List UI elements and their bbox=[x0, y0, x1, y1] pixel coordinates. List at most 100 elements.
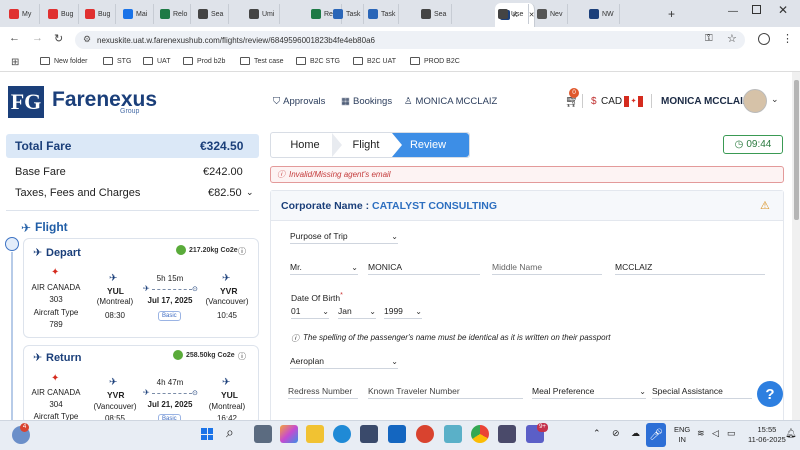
browser-tab[interactable]: My bbox=[4, 4, 40, 24]
copilot-icon[interactable] bbox=[280, 425, 298, 443]
bookmark-label: New folder bbox=[54, 57, 88, 65]
maximize-button[interactable] bbox=[752, 5, 761, 14]
chrome-icon[interactable] bbox=[471, 425, 489, 443]
cloud-icon[interactable]: ☁ bbox=[631, 428, 640, 439]
bookings-link[interactable]: ▦ Bookings bbox=[341, 96, 392, 107]
browser-tab[interactable]: Nev bbox=[532, 4, 568, 24]
browser-tab[interactable]: Task bbox=[363, 4, 399, 24]
corp-label: Corporate Name : bbox=[281, 200, 370, 212]
store-icon[interactable] bbox=[360, 425, 378, 443]
notes-icon[interactable] bbox=[444, 425, 462, 443]
battery-icon[interactable]: ▭ bbox=[727, 428, 736, 439]
notification-bell-icon[interactable]: 🔔︎ bbox=[785, 428, 796, 439]
back-arrow-icon[interactable]: ← bbox=[9, 32, 20, 44]
browser-menu-icon[interactable]: ⋮ bbox=[782, 32, 793, 45]
browser-tab[interactable]: Mai bbox=[118, 4, 154, 24]
approvals-link[interactable]: ⛉ Approvals bbox=[273, 96, 325, 107]
tray-chevron-icon[interactable]: ⌃ bbox=[593, 428, 601, 439]
bookmark-item[interactable]: New folder bbox=[40, 57, 87, 65]
bookmark-item[interactable]: UAT bbox=[143, 57, 170, 65]
middle-name-input[interactable]: Middle Name bbox=[492, 260, 602, 275]
close-window-button[interactable]: ✕ bbox=[778, 3, 788, 17]
user-avatar[interactable] bbox=[743, 89, 767, 113]
browser-tab[interactable]: Umi bbox=[244, 4, 280, 24]
outlook-icon[interactable] bbox=[388, 425, 406, 443]
dob-day-select[interactable]: 01 ⌄ bbox=[291, 304, 329, 319]
breadcrumb-flight[interactable]: Flight bbox=[340, 133, 392, 157]
search-icon[interactable]: ⌕ bbox=[226, 424, 234, 441]
minimize-button[interactable]: — bbox=[728, 6, 738, 17]
taxes-chevron-icon[interactable]: ⌄ bbox=[246, 187, 254, 198]
known-traveler-input[interactable]: Known Traveler Number bbox=[368, 384, 523, 399]
chevron-down-icon[interactable]: ⌄ bbox=[771, 94, 779, 105]
tab-label: NW bbox=[602, 10, 614, 18]
special-assistance-select[interactable]: Special Assistance bbox=[652, 384, 752, 399]
taxes-value[interactable]: €82.50 bbox=[208, 187, 242, 199]
bookmark-item[interactable]: STG bbox=[103, 57, 131, 65]
meal-preference-select[interactable]: Meal Preference ⌄ bbox=[532, 384, 646, 399]
browser-tab[interactable]: Bug bbox=[80, 4, 116, 24]
takeoff-icon: ✈ bbox=[109, 273, 118, 284]
tab-favicon-icon bbox=[198, 9, 208, 19]
dob-month-select[interactable]: Jan ⌄ bbox=[338, 304, 376, 319]
browser-tab[interactable]: Sea bbox=[193, 4, 229, 24]
forward-arrow-icon[interactable]: → bbox=[32, 32, 43, 44]
warning-triangle-icon[interactable]: ⚠ bbox=[760, 199, 770, 212]
edge-icon[interactable] bbox=[333, 425, 351, 443]
reload-icon[interactable]: ↻ bbox=[54, 32, 63, 45]
first-name-input[interactable]: MONICA bbox=[368, 260, 480, 275]
microphone-icon[interactable]: 🎤︎ bbox=[646, 423, 666, 447]
title-select[interactable]: Mr. ⌄ bbox=[290, 260, 358, 275]
logo-mark[interactable]: FG bbox=[8, 86, 44, 118]
info-icon[interactable]: ⓘ bbox=[238, 246, 246, 257]
user-name[interactable]: MONICA MCCLAIZ bbox=[661, 96, 749, 107]
browser-tab[interactable]: Task bbox=[328, 4, 364, 24]
logo-name[interactable]: Farenexus bbox=[52, 88, 157, 112]
site-info-icon[interactable]: ⚙ bbox=[83, 34, 91, 45]
breadcrumb-home[interactable]: Home bbox=[272, 133, 338, 157]
dob-month-value: Jan bbox=[338, 306, 352, 316]
url-field[interactable]: ⚙ nexuskite.uat.w.farenexushub.com/fligh… bbox=[75, 31, 745, 49]
profile-icon[interactable] bbox=[758, 33, 770, 45]
dob-year-value: 1999 bbox=[384, 306, 403, 316]
route-line-2 bbox=[152, 393, 192, 394]
bookmark-item[interactable]: B2C UAT bbox=[353, 57, 396, 65]
last-name-input[interactable]: MCCLAIZ bbox=[615, 260, 765, 275]
volume-icon[interactable]: ◁ bbox=[712, 428, 719, 439]
language-indicator[interactable]: ENG IN bbox=[674, 425, 690, 445]
browser-tab[interactable]: NW bbox=[584, 4, 620, 24]
bookmark-item[interactable]: Test case bbox=[240, 57, 284, 65]
purpose-of-trip-select[interactable]: Purpose of Trip ⌄ bbox=[290, 229, 398, 244]
bookmark-item[interactable]: PROD B2C bbox=[410, 57, 460, 65]
browser-tab[interactable]: Sea bbox=[416, 4, 452, 24]
calculator-icon[interactable] bbox=[498, 425, 516, 443]
file-explorer-icon[interactable] bbox=[306, 425, 324, 443]
windows-start-icon[interactable] bbox=[198, 425, 216, 443]
wps-icon[interactable] bbox=[416, 425, 434, 443]
bookmark-star-icon[interactable]: ☆ bbox=[727, 32, 737, 45]
task-view-icon[interactable] bbox=[254, 425, 272, 443]
clock-area[interactable]: 15:55 11-06-2025 bbox=[748, 425, 786, 445]
browser-tab[interactable]: Bug bbox=[43, 4, 79, 24]
mic-off-icon[interactable]: ⊘ bbox=[612, 428, 620, 439]
browser-tab[interactable]: Relo bbox=[155, 4, 191, 24]
return-flight-no: 304 bbox=[49, 400, 63, 409]
apps-grid-icon[interactable]: ⊞ bbox=[11, 57, 19, 68]
browser-tab[interactable]: Use bbox=[493, 4, 529, 24]
loyalty-program-select[interactable]: Aeroplan ⌄ bbox=[290, 354, 398, 369]
currency-selector[interactable]: CAD bbox=[601, 96, 622, 107]
dob-year-select[interactable]: 1999 ⌄ bbox=[384, 304, 422, 319]
bookmark-item[interactable]: B2C STG bbox=[296, 57, 340, 65]
info-icon-2[interactable]: ⓘ bbox=[238, 351, 246, 362]
user-link-label: MONICA MCCLAIZ bbox=[415, 96, 498, 107]
return-from-city: (Vancouver) bbox=[93, 402, 137, 411]
breadcrumb-review[interactable]: Review bbox=[400, 133, 456, 157]
redress-number-input[interactable]: Redress Number bbox=[288, 384, 358, 399]
user-profile-link[interactable]: ♙ MONICA MCCLAIZ bbox=[404, 96, 497, 107]
scrollbar-thumb[interactable] bbox=[794, 80, 799, 220]
help-button[interactable]: ? bbox=[757, 381, 783, 407]
bookmark-item[interactable]: Prod b2b bbox=[183, 57, 225, 65]
password-key-icon[interactable]: ⚿ bbox=[705, 33, 713, 44]
new-tab-button[interactable]: + bbox=[668, 7, 675, 21]
wifi-icon[interactable]: ≋ bbox=[697, 428, 705, 439]
